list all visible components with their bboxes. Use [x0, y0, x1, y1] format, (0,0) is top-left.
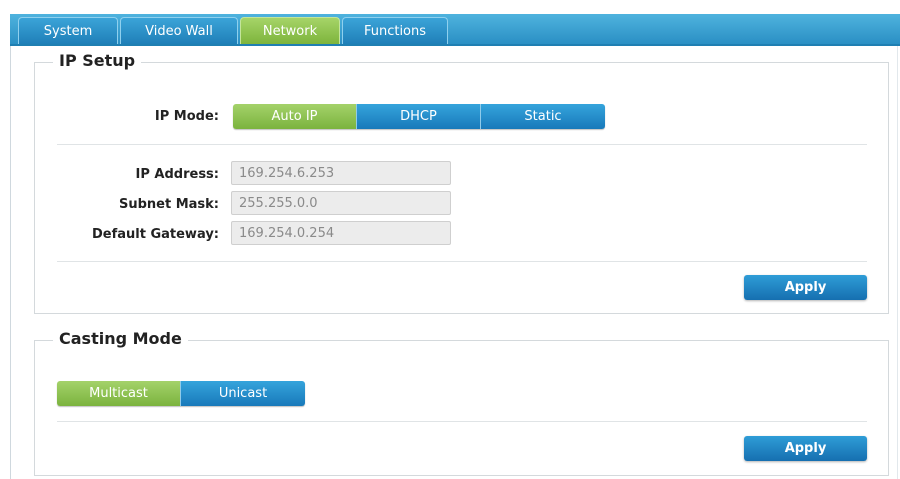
casting-unicast-button[interactable]: Unicast	[181, 381, 305, 406]
ip-address-field[interactable]	[231, 161, 451, 185]
ip-setup-apply-button[interactable]: Apply	[744, 275, 867, 300]
ip-mode-dhcp-button[interactable]: DHCP	[357, 104, 481, 129]
subnet-mask-label: Subnet Mask:	[118, 197, 219, 212]
ip-mode-selector: Auto IP DHCP Static	[233, 104, 605, 129]
ip-mode-auto-ip-button[interactable]: Auto IP	[233, 104, 357, 129]
divider	[57, 144, 867, 145]
casting-mode-selector: Multicast Unicast	[57, 381, 305, 406]
ip-setup-panel: IP Setup IP Mode: Auto IP DHCP Static IP…	[34, 51, 889, 314]
divider	[57, 421, 867, 422]
casting-multicast-button[interactable]: Multicast	[57, 381, 181, 406]
tab-system[interactable]: System	[18, 17, 118, 44]
casting-mode-apply-button[interactable]: Apply	[744, 436, 867, 461]
divider	[57, 261, 867, 262]
ip-mode-static-button[interactable]: Static	[481, 104, 605, 129]
ip-address-label: IP Address:	[135, 167, 219, 182]
tab-network[interactable]: Network	[240, 17, 340, 44]
default-gateway-field[interactable]	[231, 221, 451, 245]
tab-bar: System Video Wall Network Functions	[10, 14, 900, 46]
casting-mode-title: Casting Mode	[53, 329, 188, 348]
casting-mode-panel: Casting Mode Multicast Unicast Apply	[34, 329, 889, 476]
tab-video-wall[interactable]: Video Wall	[120, 17, 238, 44]
tab-functions[interactable]: Functions	[342, 17, 448, 44]
subnet-mask-field[interactable]	[231, 191, 451, 215]
ip-setup-title: IP Setup	[53, 51, 142, 70]
default-gateway-label: Default Gateway:	[91, 227, 219, 242]
ip-mode-label: IP Mode:	[154, 109, 219, 124]
